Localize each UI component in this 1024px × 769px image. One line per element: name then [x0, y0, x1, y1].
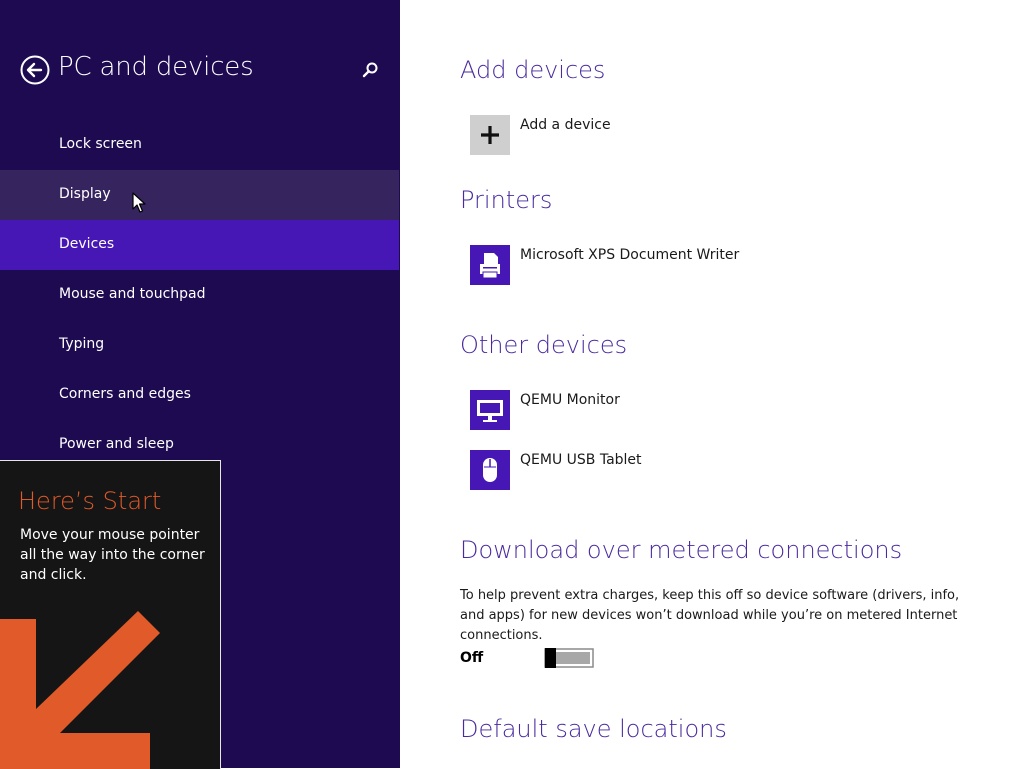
arrow-down-left-icon — [0, 611, 160, 769]
sidebar-item-display[interactable]: Display — [0, 170, 399, 220]
metered-toggle[interactable] — [544, 648, 594, 668]
start-tip-body: Move your mouse pointer all the way into… — [20, 527, 205, 583]
mouse-icon[interactable] — [470, 450, 510, 490]
sidebar-item-label: Power and sleep — [59, 436, 174, 452]
section-title-metered: Download over metered connections — [460, 536, 903, 564]
device-item-qemu-monitor[interactable]: QEMU Monitor — [520, 392, 620, 408]
sidebar-item-label: Display — [59, 186, 111, 202]
sidebar-item-label: Devices — [59, 236, 115, 252]
device-item-qemu-usb-tablet[interactable]: QEMU USB Tablet — [520, 452, 642, 468]
search-icon[interactable] — [360, 60, 380, 80]
sidebar-item-label: Lock screen — [59, 136, 142, 152]
toggle-state-label: Off — [460, 650, 484, 666]
start-tip-title: Here’s Start — [18, 487, 162, 515]
device-item-xps-writer[interactable]: Microsoft XPS Document Writer — [520, 247, 739, 263]
main-content: Add devices Add a device Printers Micros… — [400, 0, 1024, 768]
sidebar-item-label: Mouse and touchpad — [59, 286, 206, 302]
mouse-cursor-icon — [132, 192, 146, 213]
printer-icon[interactable] — [470, 245, 510, 285]
sidebar-item-devices[interactable]: Devices — [0, 220, 399, 270]
sidebar-item-label: Typing — [59, 336, 105, 352]
sidebar-item-typing[interactable]: Typing — [0, 320, 399, 370]
section-title-printers: Printers — [460, 186, 553, 214]
metered-description: To help prevent extra charges, keep this… — [460, 588, 960, 643]
monitor-icon[interactable] — [470, 390, 510, 430]
add-device-button[interactable]: Add a device — [520, 117, 611, 133]
back-arrow-icon[interactable] — [20, 55, 50, 85]
sidebar-item-label: Corners and edges — [59, 386, 191, 402]
sidebar-item-lock-screen[interactable]: Lock screen — [0, 120, 399, 170]
sidebar-item-mouse-and-touchpad[interactable]: Mouse and touchpad — [0, 270, 399, 320]
add-device-plus-icon[interactable] — [470, 115, 510, 155]
section-title-other-devices: Other devices — [460, 331, 628, 359]
sidebar-item-corners-and-edges[interactable]: Corners and edges — [0, 370, 399, 420]
page-title: PC and devices — [58, 52, 254, 82]
start-tip-panel: Here’s Start Move your mouse pointer all… — [0, 460, 221, 769]
section-title-add-devices: Add devices — [460, 56, 606, 84]
section-title-save-locations: Default save locations — [460, 715, 727, 743]
